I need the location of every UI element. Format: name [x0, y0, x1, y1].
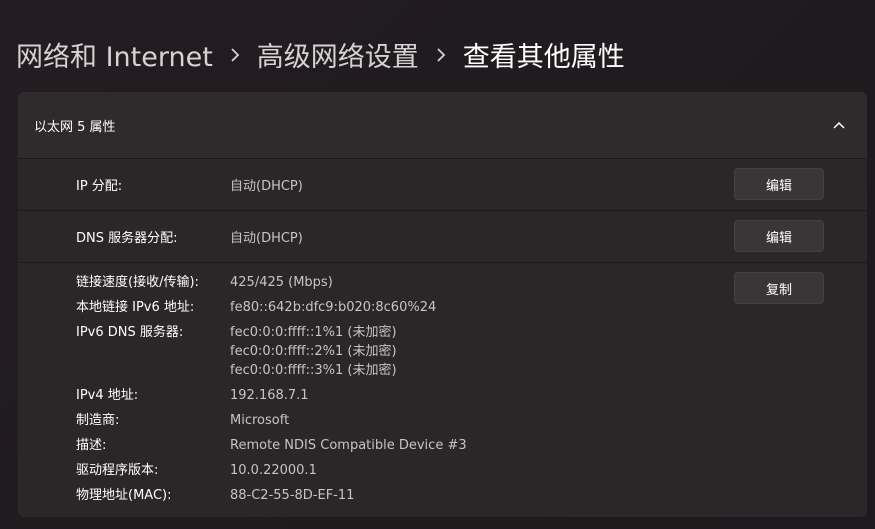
- chevron-right-icon: [419, 42, 463, 67]
- dns-assignment-value: 自动(DHCP): [230, 231, 303, 246]
- mac-address-label: 物理地址(MAC):: [76, 488, 172, 503]
- manufacturer-value: Microsoft: [230, 413, 290, 428]
- manufacturer-label: 制造商:: [76, 413, 120, 428]
- link-speed-value: 425/425 (Mbps): [230, 275, 333, 290]
- ipv6-dns-value-3: fec0:0:0:ffff::3%1 (未加密): [230, 363, 397, 378]
- ipv4-value: 192.168.7.1: [230, 388, 309, 403]
- driver-version-label: 驱动程序版本:: [76, 463, 159, 478]
- breadcrumb: 网络和 Internet 高级网络设置 查看其他属性: [16, 34, 625, 74]
- edit-dns-button[interactable]: 编辑: [734, 220, 824, 252]
- link-speed-label: 链接速度(接收/传输):: [76, 275, 199, 290]
- chevron-right-icon: [213, 42, 257, 67]
- description-value: Remote NDIS Compatible Device #3: [230, 438, 467, 453]
- mac-address-value: 88-C2-55-8D-EF-11: [230, 488, 355, 503]
- copy-button[interactable]: 复制: [734, 272, 824, 304]
- ipv4-label: IPv4 地址:: [76, 388, 139, 403]
- dns-assignment-label: DNS 服务器分配:: [76, 231, 178, 246]
- edit-ip-button[interactable]: 编辑: [734, 168, 824, 200]
- dns-assignment-row: DNS 服务器分配: 自动(DHCP) 编辑: [18, 211, 867, 263]
- description-label: 描述:: [76, 438, 107, 453]
- ipv6-link-local-label: 本地链接 IPv6 地址:: [76, 300, 195, 315]
- ipv6-dns-label: IPv6 DNS 服务器:: [76, 325, 184, 340]
- driver-version-value: 10.0.22000.1: [230, 463, 317, 478]
- ip-assignment-row: IP 分配: 自动(DHCP) 编辑: [18, 159, 867, 211]
- page-title: 查看其他属性: [462, 41, 625, 73]
- ipv6-link-local-value: fe80::642b:dfc9:b020:8c60%24: [230, 300, 437, 315]
- ethernet-properties-card: 以太网 5 属性 IP 分配: 自动(DHCP) 编辑 DNS 服务器分配: 自…: [18, 92, 867, 517]
- breadcrumb-advanced-network-settings[interactable]: 高级网络设置: [257, 35, 419, 74]
- breadcrumb-network-internet[interactable]: 网络和 Internet: [16, 35, 213, 74]
- ip-assignment-value: 自动(DHCP): [230, 179, 303, 194]
- properties-details: 复制 链接速度(接收/传输): 425/425 (Mbps) 本地链接 IPv6…: [18, 263, 867, 517]
- ip-assignment-label: IP 分配:: [76, 179, 123, 194]
- chevron-up-icon[interactable]: [827, 113, 851, 137]
- ipv6-dns-value-1: fec0:0:0:ffff::1%1 (未加密): [230, 325, 397, 340]
- ipv6-dns-value-2: fec0:0:0:ffff::2%1 (未加密): [230, 344, 397, 359]
- card-title: 以太网 5 属性: [34, 119, 116, 135]
- card-header[interactable]: 以太网 5 属性: [18, 92, 867, 159]
